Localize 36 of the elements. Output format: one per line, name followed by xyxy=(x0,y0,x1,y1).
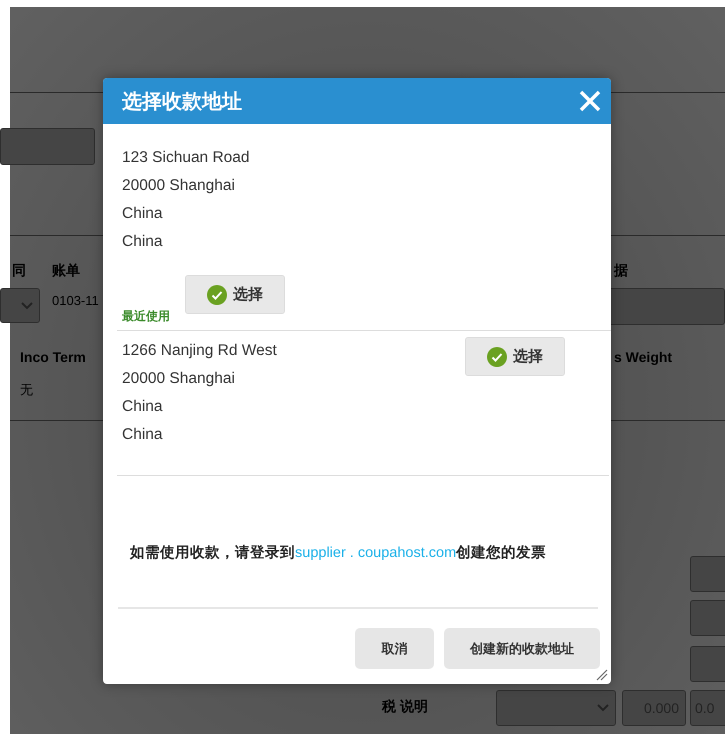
recently-used-label: 最近使用 xyxy=(122,308,170,325)
resize-grip-icon[interactable] xyxy=(596,669,608,681)
check-circle-icon xyxy=(487,346,507,366)
field-label: 无 xyxy=(20,381,33,399)
dropdown[interactable] xyxy=(496,690,616,726)
text-field[interactable] xyxy=(690,646,725,682)
chevron-icon xyxy=(21,302,33,310)
address-line: 20000 Shanghai xyxy=(122,369,236,389)
close-icon xyxy=(579,90,601,112)
select-button[interactable]: 选择 xyxy=(185,275,285,314)
field-label: 账单 xyxy=(52,262,80,280)
close-button[interactable] xyxy=(579,90,601,112)
text-field[interactable] xyxy=(690,556,725,592)
text-field[interactable] xyxy=(690,600,725,636)
dropdown[interactable] xyxy=(0,288,40,323)
chevron-icon xyxy=(597,704,609,712)
field-label: 同 xyxy=(12,262,26,280)
cancel-button[interactable]: 取消 xyxy=(355,628,434,669)
address-line: China xyxy=(122,232,164,252)
text-field[interactable] xyxy=(0,128,95,165)
select-button[interactable]: 选择 xyxy=(465,337,565,376)
create-address-button[interactable]: 创建新的收款地址 xyxy=(444,628,600,669)
dialog-title: 选择收款地址 xyxy=(122,90,242,114)
field-label: s Weight xyxy=(614,349,672,365)
field-label: Inco Term xyxy=(20,349,86,365)
address-line: 20000 Shanghai xyxy=(122,176,236,196)
field-label: 税 说明 xyxy=(382,698,428,716)
field-label: 0103-11 xyxy=(52,293,99,308)
address-line: 123 Sichuan Road xyxy=(122,148,251,168)
address-line: China xyxy=(122,425,164,445)
address-line: China xyxy=(122,204,164,224)
address-line: China xyxy=(122,397,164,417)
check-circle-icon xyxy=(207,284,227,304)
login-instruction: 如需使用收款，请登录到supplier . coupahost.com创建您的发票 xyxy=(130,544,546,562)
address-line: 1266 Nanjing Rd West xyxy=(122,341,277,361)
field-label: 据 xyxy=(614,262,628,280)
